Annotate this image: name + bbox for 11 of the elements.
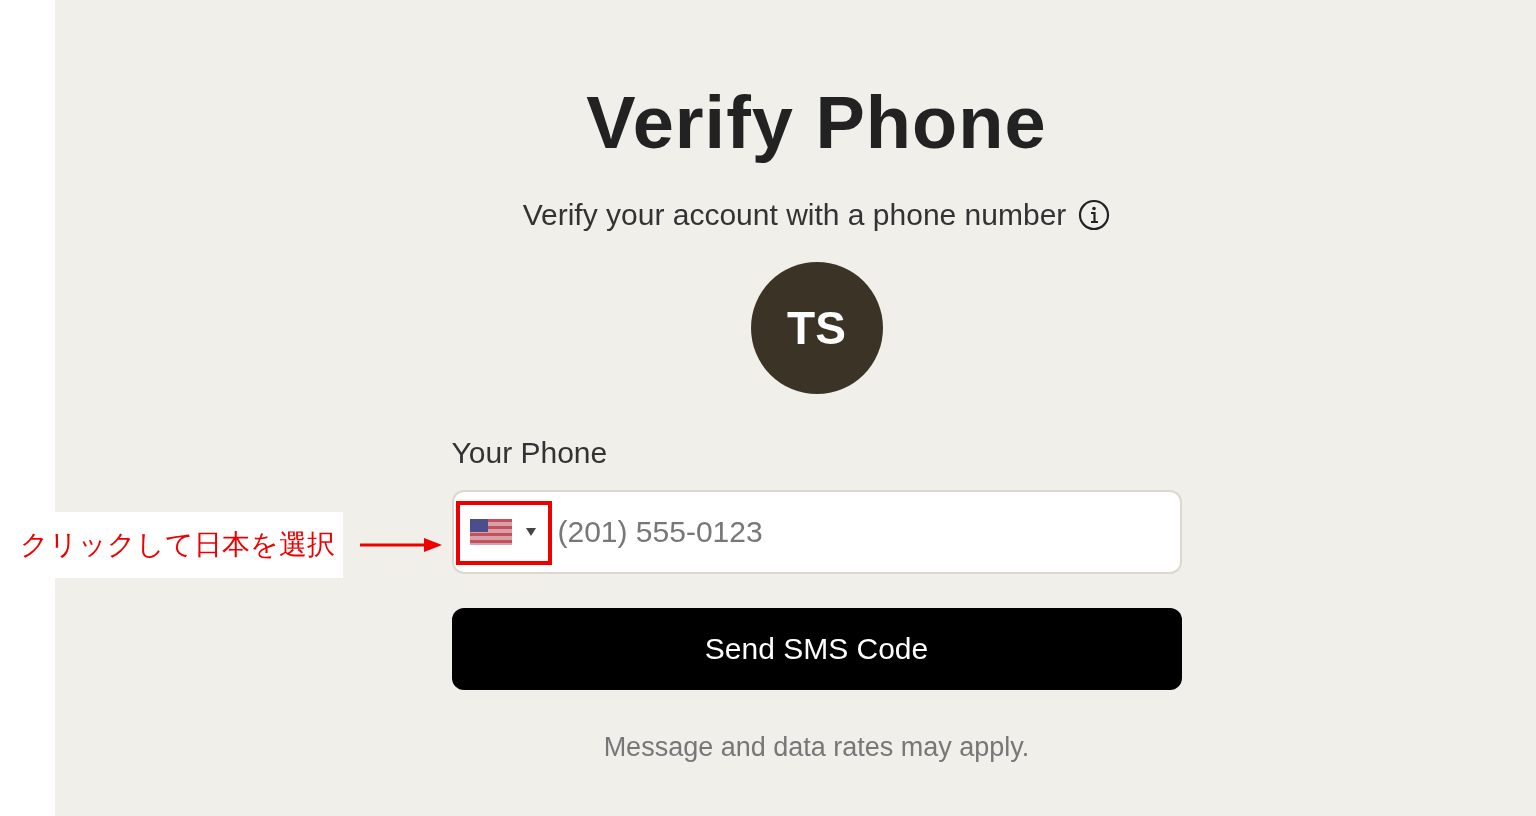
phone-input[interactable]: (201) 555-0123 [555,514,1180,550]
flag-icon [469,519,512,545]
phone-field[interactable]: (201) 555-0123 [451,490,1182,574]
caret-icon [525,528,536,536]
disclaimer: Message and data rates may apply. [603,732,1030,763]
send-button[interactable]: Send SMS Code [451,608,1182,690]
arrow-icon [360,537,442,553]
avatar: TS [750,262,883,394]
info-icon[interactable] [1078,199,1111,231]
subtitle: Verify your account with a phone number [522,198,1067,232]
field-label: Your Phone [451,436,608,470]
